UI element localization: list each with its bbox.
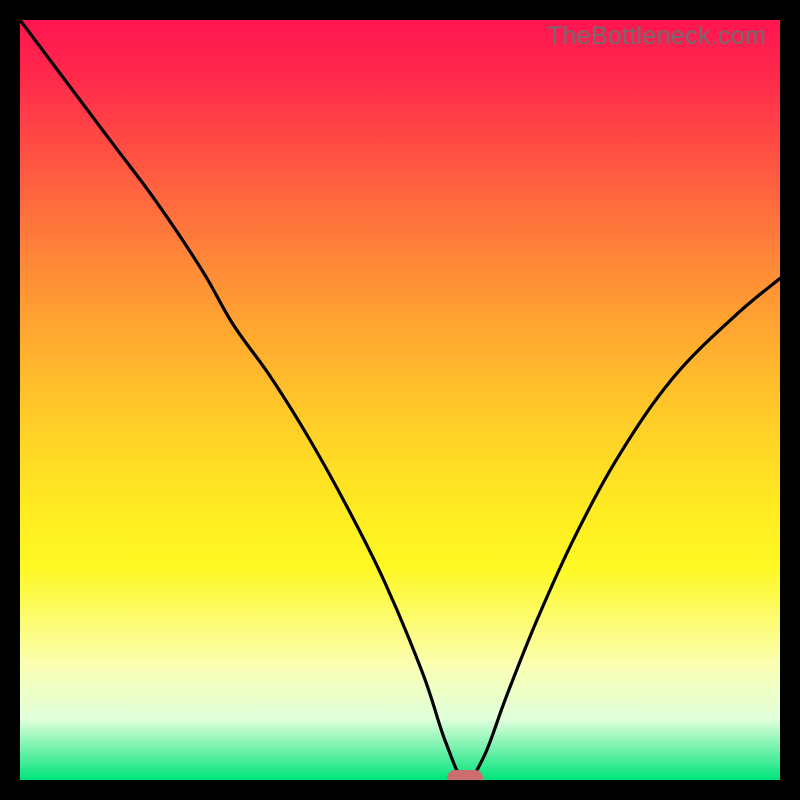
bottleneck-curve [20, 20, 780, 780]
minimum-marker [447, 770, 483, 780]
plot-area: TheBottleneck.com [20, 20, 780, 780]
chart-frame: TheBottleneck.com [0, 0, 800, 800]
